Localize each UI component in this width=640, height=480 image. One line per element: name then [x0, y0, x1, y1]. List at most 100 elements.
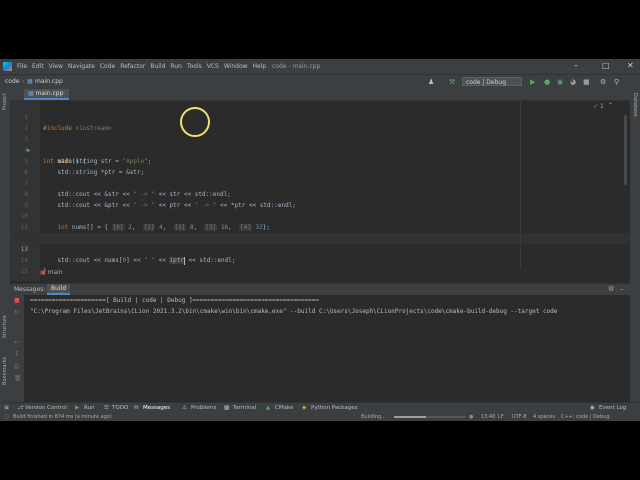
database-tool-button[interactable]: Database — [632, 93, 638, 117]
build-output-line: "C:\Program Files\JetBrains\CLion 2021.3… — [30, 308, 558, 315]
inspection-count[interactable]: 1 — [600, 103, 604, 110]
terminal-icon: ▩ — [224, 405, 230, 411]
toolwindow-problems[interactable]: Problems — [191, 405, 216, 411]
breadcrumb-project[interactable]: code — [5, 78, 19, 85]
menu-help[interactable]: Help — [253, 63, 267, 70]
menu-build[interactable]: Build — [150, 63, 165, 70]
caret-position[interactable]: 13:40 — [481, 413, 495, 421]
toolwindow-run[interactable]: Run — [84, 405, 95, 411]
editor-scrollbar[interactable] — [624, 115, 627, 185]
clion-logo-icon — [3, 62, 12, 71]
stop-build-icon[interactable]: ■ — [14, 297, 20, 304]
menu-run[interactable]: Run — [170, 63, 182, 70]
debug-icon[interactable]: ● — [544, 78, 550, 86]
soft-wrap-icon[interactable]: ↩ — [14, 339, 19, 346]
layout-icon[interactable]: ▣ — [4, 405, 9, 411]
code-line: 15 — [10, 255, 630, 275]
hammer-icon[interactable]: ⚒ — [449, 78, 455, 86]
code-line: 10 int nums[] = { [0] 2, [1] 4, [2] 8, [… — [10, 200, 630, 231]
toolwindow-version-control[interactable]: Version Control — [25, 405, 67, 411]
tools-icon[interactable]: ⚙ — [600, 78, 606, 86]
user-icon[interactable]: ♟ — [428, 78, 434, 86]
messages-icon: ✉ — [134, 405, 139, 411]
tab-label: main.cpp — [35, 90, 64, 97]
maximize-icon[interactable]: □ — [602, 61, 610, 70]
minimize-icon[interactable]: – — [574, 61, 578, 70]
structure-tool-button[interactable]: Structure — [2, 315, 8, 338]
scroll-to-end-icon[interactable]: ↧ — [14, 351, 19, 358]
coverage-icon[interactable]: ◉ — [557, 78, 563, 86]
run-tool-icon: ▶ — [75, 405, 80, 411]
menu-refactor[interactable]: Refactor — [120, 63, 145, 70]
status-panel-icon[interactable]: ▢ — [4, 413, 9, 421]
stop-icon[interactable]: ■ — [583, 78, 590, 86]
toolwindow-python-packages[interactable]: Python Packages — [311, 405, 357, 411]
file-encoding[interactable]: UTF-8 — [512, 413, 527, 421]
build-output-line: =====================[ Build | code | De… — [30, 297, 319, 304]
toolwindow-todo[interactable]: TODO — [112, 405, 128, 411]
code-line: 4 std::string str = "Apple"; — [10, 134, 630, 165]
todo-icon: ☰ — [104, 405, 109, 411]
run-configuration-label: code | Debug — [466, 79, 507, 86]
problems-icon: ⚠ — [182, 405, 187, 411]
status-message[interactable]: Build finished in 874 ms (a minute ago) — [13, 413, 112, 421]
event-log-button[interactable]: Event Log — [599, 405, 626, 411]
menu-navigate[interactable]: Navigate — [68, 63, 95, 70]
profile-icon[interactable]: ◕ — [570, 78, 576, 86]
event-log-icon: ◉ — [590, 405, 595, 411]
code-line: 11 int *iptr = nums; — [10, 211, 630, 242]
menu-tools[interactable]: Tools — [187, 63, 202, 70]
print-icon[interactable]: ⎙ — [14, 363, 19, 371]
clear-icon[interactable]: 🗑 — [14, 375, 22, 382]
python-packages-icon: ◈ — [302, 405, 307, 411]
editor-breadcrumb-label[interactable]: main — [48, 269, 63, 276]
tab-main-cpp[interactable]: ▦ main.cpp — [24, 89, 70, 100]
ide-window: File Edit View Navigate Code Refactor Bu… — [0, 59, 640, 421]
background-task-label: Building... — [361, 414, 387, 420]
code-line-current: 13 std::cout << nums[0] << " " << iptr <… — [10, 233, 630, 265]
menu-code[interactable]: Code — [100, 63, 115, 70]
resolve-context[interactable]: C++: code | Debug — [561, 413, 610, 421]
run-configuration-select[interactable]: code | Debug — [462, 77, 522, 86]
line-separator[interactable]: LF — [498, 413, 504, 421]
code-editor[interactable]: 1 #include <iostream> 2 3 ▶ int main() {… — [10, 101, 630, 281]
menu-file[interactable]: File — [17, 63, 27, 70]
code-line: 14 } — [10, 244, 630, 275]
breadcrumb-file[interactable]: main.cpp — [35, 78, 63, 85]
toolwindow-messages[interactable]: Messages — [143, 405, 170, 411]
left-tool-strip: Project Structure Bookmarks — [0, 89, 10, 402]
code-line: 9 — [10, 189, 630, 209]
code-line: 1 #include <iostream> — [10, 101, 630, 132]
cancel-task-icon[interactable]: ● — [469, 413, 473, 421]
code-line: 3 ▶ int main() { — [10, 123, 630, 165]
build-progress-fill — [394, 416, 427, 418]
bookmarks-tool-button[interactable]: Bookmarks — [2, 357, 8, 385]
build-progress-bar — [394, 416, 466, 418]
code-line: 2 — [10, 112, 630, 132]
menu-vcs[interactable]: VCS — [207, 63, 219, 70]
hide-panel-icon[interactable]: – — [620, 285, 624, 293]
menu-window[interactable]: Window — [224, 63, 248, 70]
chevron-up-icon[interactable]: ⌃ — [608, 102, 613, 109]
right-tool-strip: Database — [630, 89, 640, 402]
indent-setting[interactable]: 4 spaces — [533, 413, 555, 421]
code-line: 8 std::cout << &ptr << " -> " << ptr << … — [10, 178, 630, 209]
settings-icon[interactable]: ⚙ — [608, 285, 614, 293]
tab-build[interactable]: Build — [47, 284, 71, 295]
run-icon[interactable]: ▶ — [530, 78, 535, 86]
menu-view[interactable]: View — [49, 63, 63, 70]
menu-edit[interactable]: Edit — [32, 63, 44, 70]
cpp-file-icon: ▦ — [28, 90, 36, 97]
close-icon[interactable]: ✕ — [627, 61, 634, 70]
editor-breadcrumb: ▣ main — [40, 269, 63, 279]
window-title: code - main.cpp — [272, 63, 321, 70]
search-everywhere-icon[interactable]: ⚲ — [614, 78, 619, 86]
code-line: 12 — [10, 222, 630, 242]
cmake-icon: ▲ — [266, 405, 271, 411]
toolwindow-terminal[interactable]: Terminal — [233, 405, 256, 411]
rerun-icon[interactable]: ↻ — [14, 309, 19, 316]
project-tool-button[interactable]: Project — [2, 93, 8, 110]
inspection-ok-icon[interactable]: ✓ — [593, 103, 598, 110]
toolwindow-cmake[interactable]: CMake — [275, 405, 293, 411]
build-tool-window: Messages: Build ⚙ – ■ ↻ ↩ ↧ ⎙ 🗑 ========… — [10, 283, 630, 403]
